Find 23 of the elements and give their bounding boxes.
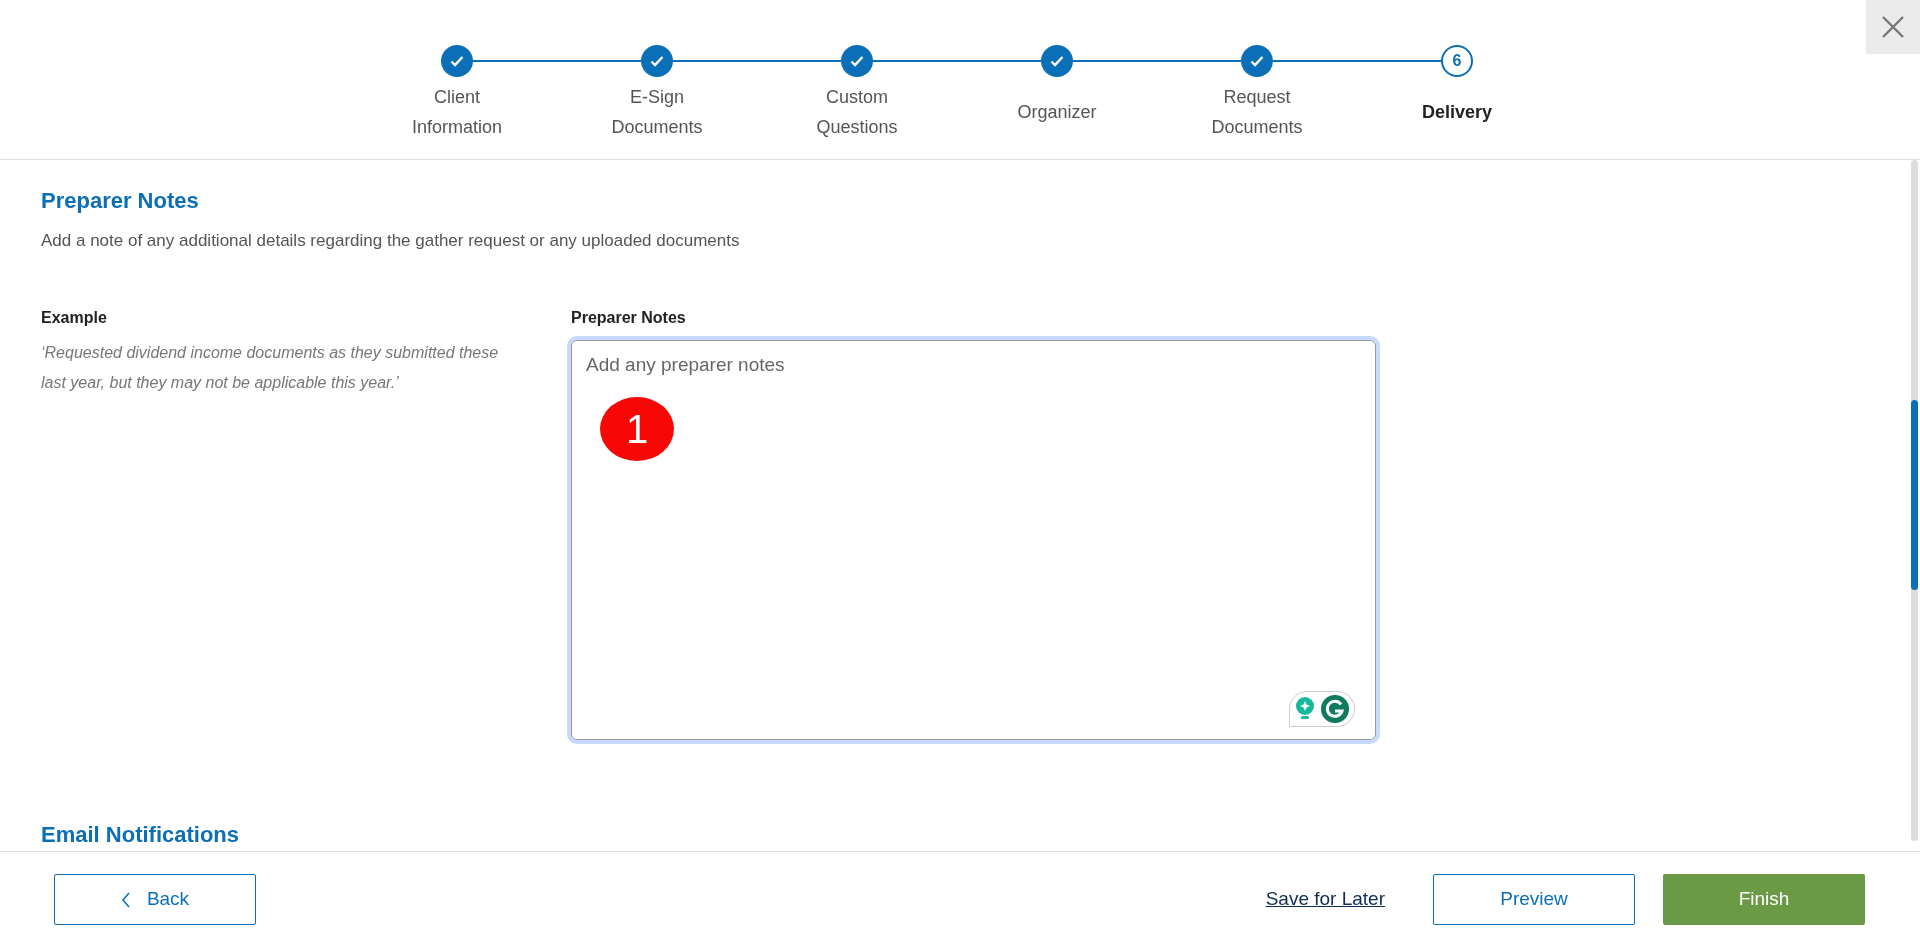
step-label[interactable]: Client Information <box>392 82 522 142</box>
close-icon <box>1881 15 1905 39</box>
section-heading: Email Notifications <box>41 821 241 849</box>
section-heading: Preparer Notes <box>41 188 200 215</box>
chevron-left-icon <box>120 891 131 908</box>
logo-icon <box>1321 694 1349 723</box>
step-label[interactable]: Delivery <box>1421 97 1493 127</box>
step-label[interactable]: Organizer <box>1017 97 1097 127</box>
example-label: Example <box>41 307 108 328</box>
field-label: Preparer Notes <box>571 307 687 328</box>
lightbulb-icon <box>1295 695 1315 722</box>
step-number: 6 <box>1441 45 1473 77</box>
close-button[interactable] <box>1866 0 1920 54</box>
step-label[interactable]: E-Sign Documents <box>592 82 722 142</box>
scrollbar-thumb[interactable] <box>1911 400 1918 590</box>
back-button[interactable]: Back <box>54 874 256 925</box>
step-label[interactable]: Request Documents <box>1192 82 1322 142</box>
example-text: ‘Requested dividend income documents as they submitted these last year, but they may not be applicable this year.’ <box>41 342 500 393</box>
step-label[interactable]: Custom Questions <box>792 82 922 142</box>
section-description: Add a note of any additional details regarding the gather request or any uploaded documents <box>41 230 741 253</box>
scrollbar[interactable] <box>1911 160 1918 841</box>
save-for-later-link[interactable]: Save for Later <box>1265 885 1385 914</box>
preview-button[interactable]: Preview <box>1433 874 1635 925</box>
